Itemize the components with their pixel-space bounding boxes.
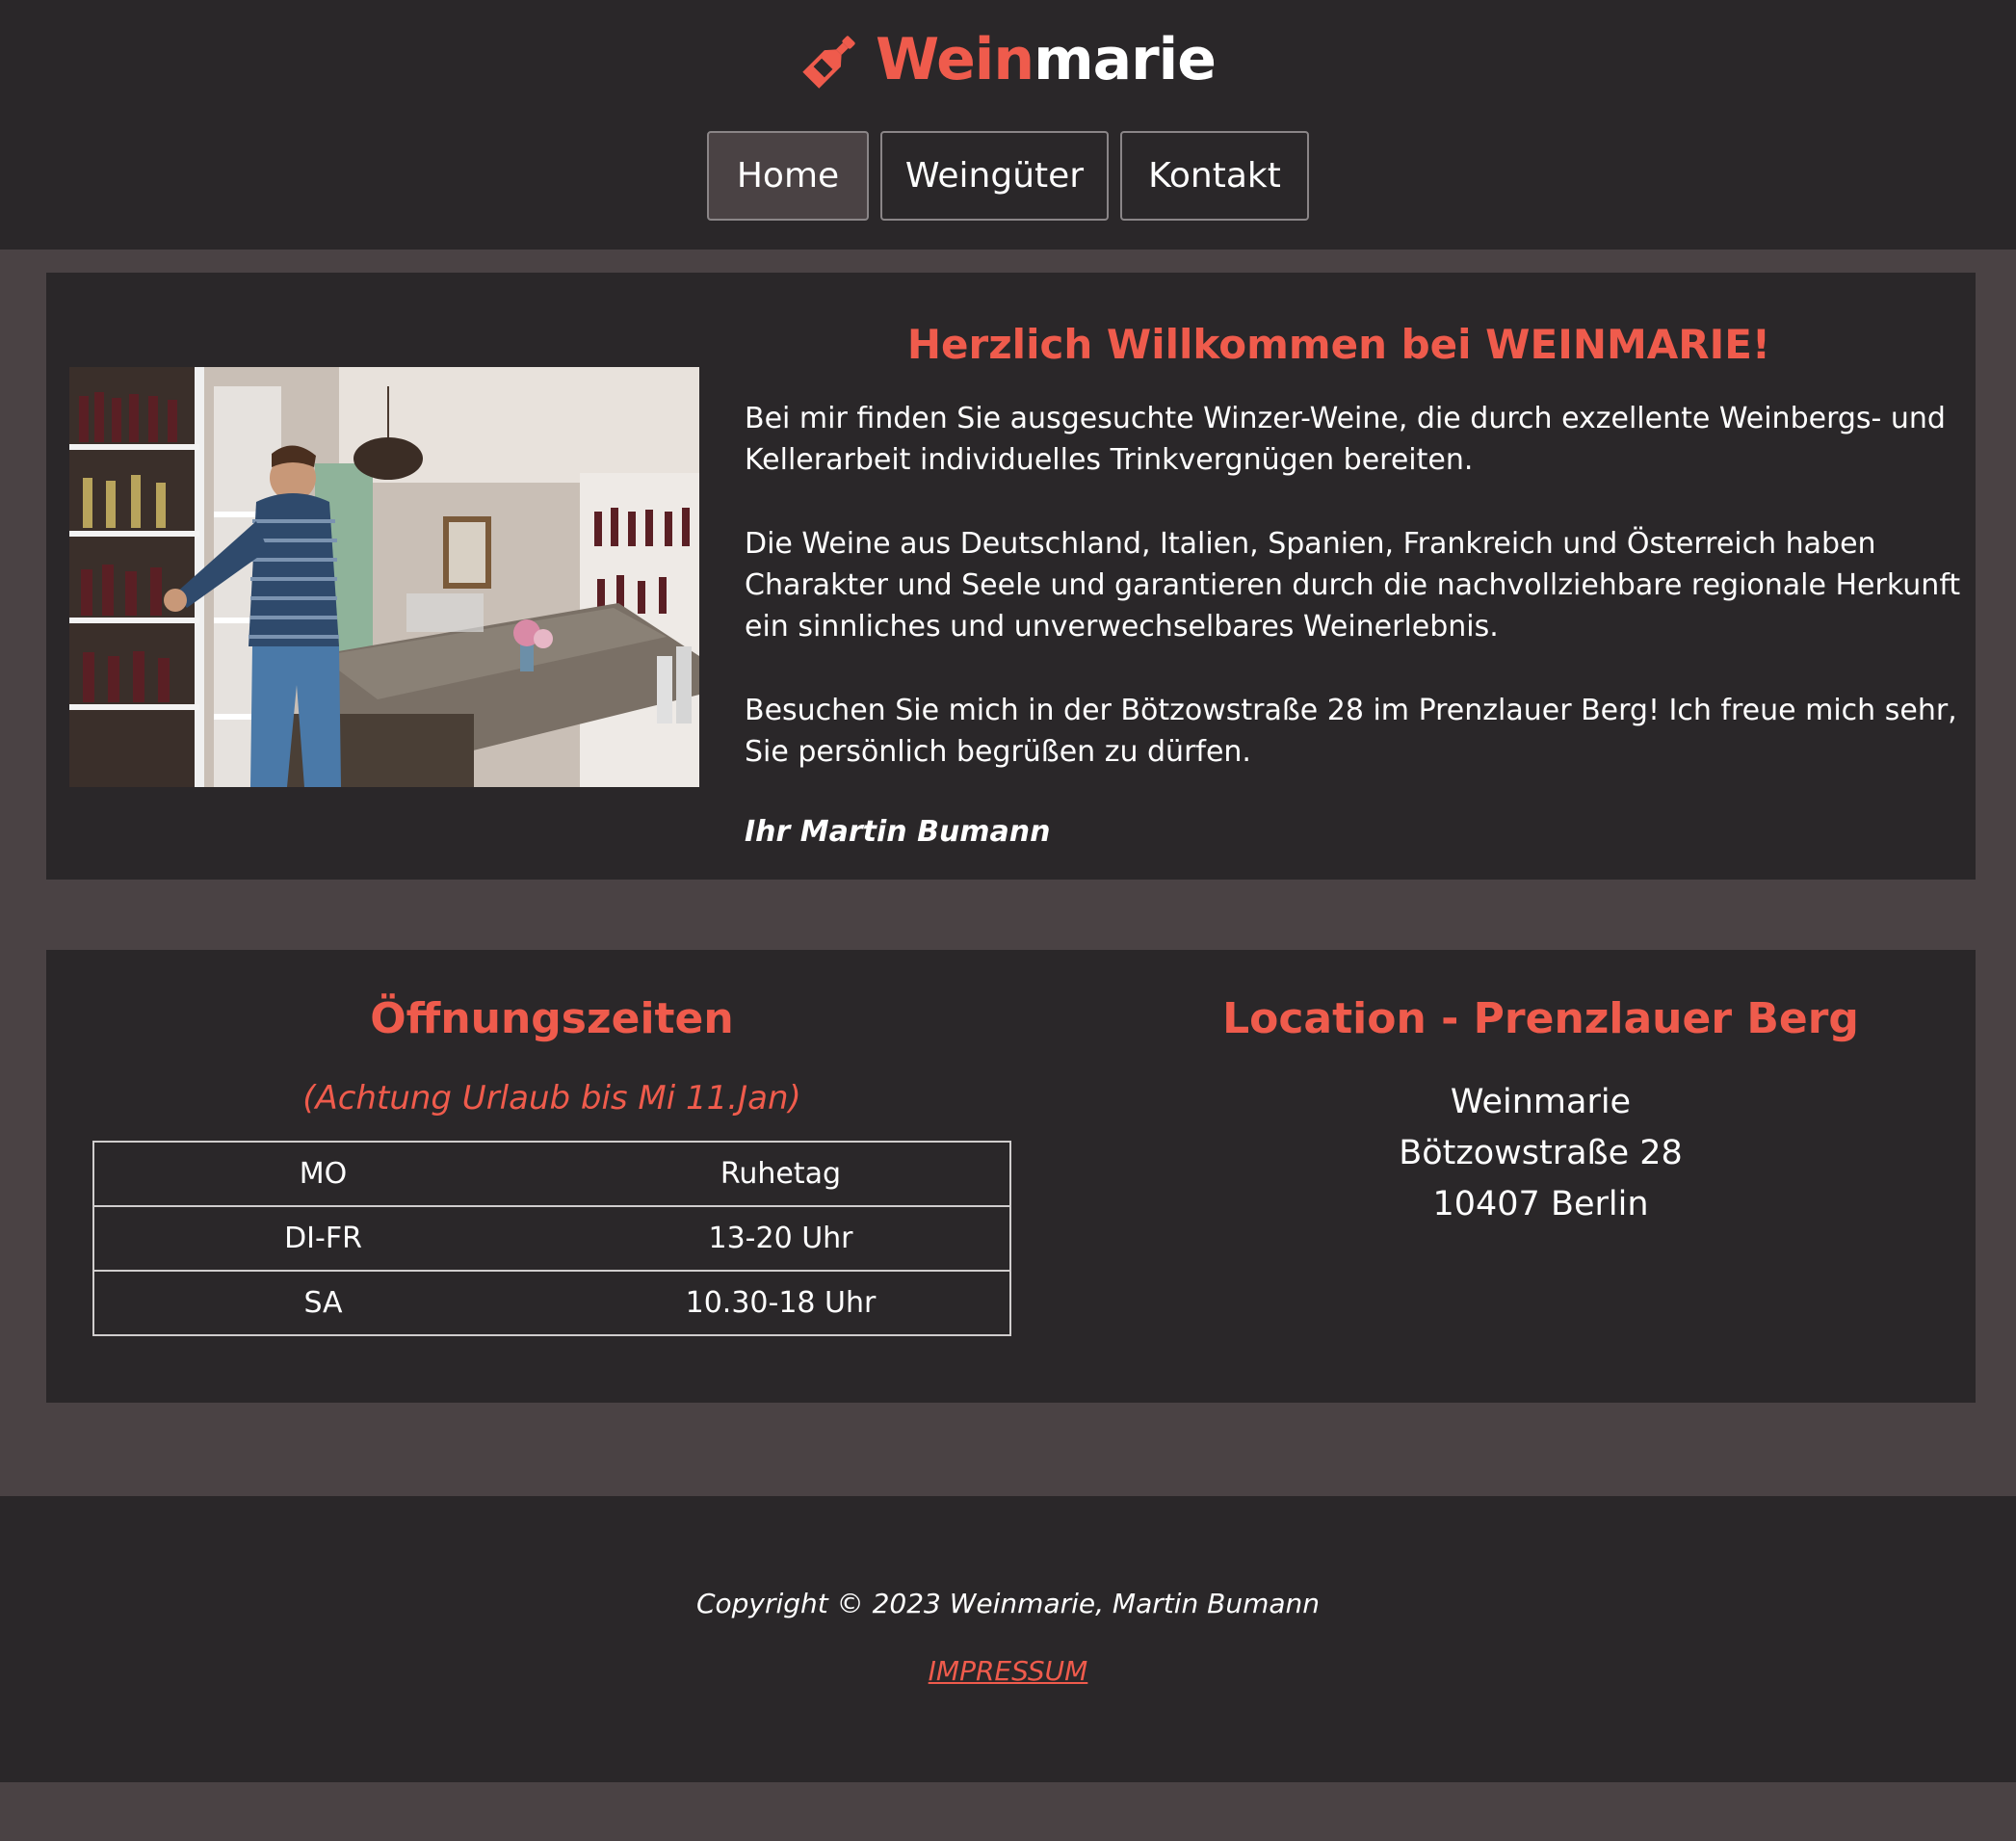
opening-hours-table: MO Ruhetag DI-FR 13-20 Uhr SA 10.30-18 U… [92,1141,1011,1336]
main-nav: Home Weingüter Kontakt [0,131,2016,221]
welcome-paragraph: Bei mir finden Sie ausgesuchte Winzer-We… [745,402,1946,477]
nav-weingueter[interactable]: Weingüter [880,131,1109,221]
address-line: 10407 Berlin [1432,1185,1649,1223]
wine-bottle-icon [802,36,855,89]
welcome-paragraph: Die Weine aus Deutschland, Italien, Span… [745,527,1961,644]
shop-photo [69,367,699,787]
hours-day: DI-FR [92,1205,552,1272]
copyright: Copyright © 2023 Weinmarie, Martin Buman… [695,1588,1321,1619]
hours-day: SA [92,1270,552,1336]
site-header: Weinmarie Home Weingüter Kontakt [0,0,2016,250]
brand-name-part2: marie [1034,26,1217,93]
welcome-section: Herzlich Willkommen bei WEINMARIE! Bei m… [46,273,1976,880]
welcome-title: Herzlich Willkommen bei WEINMARIE! [906,321,1771,368]
table-row: MO Ruhetag [92,1141,1011,1207]
location-address: Weinmarie Bötzowstraße 28 10407 Berlin [1106,1077,1976,1230]
site-footer: Copyright © 2023 Weinmarie, Martin Buman… [0,1496,2016,1782]
info-section: Öffnungszeiten (Achtung Urlaub bis Mi 11… [46,950,1976,1403]
brand-name: Weinmarie [876,31,1217,89]
nav-kontakt[interactable]: Kontakt [1120,131,1309,221]
hours-time: 13-20 Uhr [552,1205,1011,1272]
location-title: Location - Prenzlauer Berg [1222,994,1859,1043]
welcome-text: Bei mir finden Sie ausgesuchte Winzer-We… [745,398,1968,815]
hours-title: Öffnungszeiten [370,994,734,1043]
table-row: SA 10.30-18 Uhr [92,1270,1011,1336]
signature: Ihr Martin Bumann [745,815,1051,849]
logo[interactable]: Weinmarie [0,23,2016,96]
nav-home[interactable]: Home [707,131,869,221]
brand-name-part1: Wein [876,26,1034,93]
welcome-paragraph: Besuchen Sie mich in der Bötzowstraße 28… [745,694,1957,769]
address-line: Weinmarie [1450,1083,1632,1121]
table-row: DI-FR 13-20 Uhr [92,1205,1011,1272]
hours-time: 10.30-18 Uhr [552,1270,1011,1336]
vacation-note: (Achtung Urlaub bis Mi 11.Jan) [302,1079,801,1118]
impressum-link[interactable]: IMPRESSUM [929,1655,1088,1687]
address-line: Bötzowstraße 28 [1399,1134,1683,1172]
hours-day: MO [92,1141,552,1207]
hours-time: Ruhetag [552,1141,1011,1207]
